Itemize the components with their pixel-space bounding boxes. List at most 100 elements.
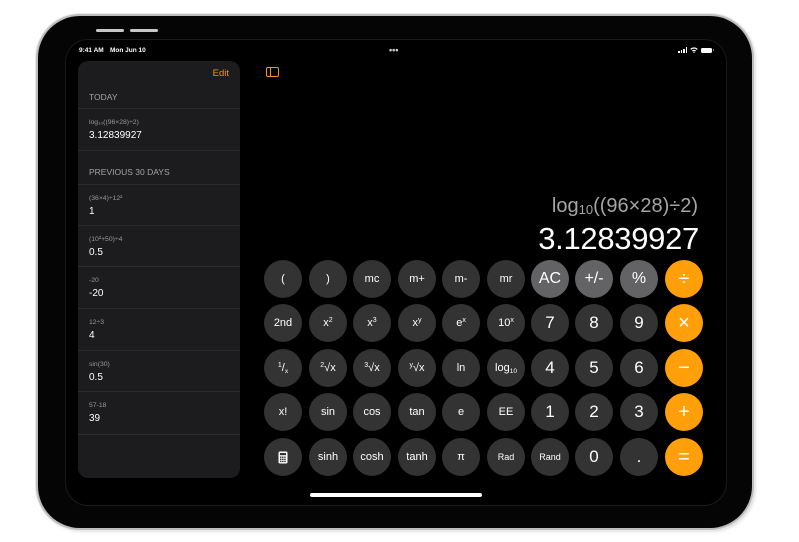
- history-item[interactable]: sin(30) 0.5: [78, 350, 240, 392]
- add-key[interactable]: +: [665, 393, 703, 431]
- reciprocal-key[interactable]: 1/x: [264, 349, 302, 387]
- volume-button: [96, 29, 124, 32]
- volume-button: [130, 29, 158, 32]
- power-key[interactable]: xy: [398, 304, 436, 342]
- factorial-key[interactable]: x!: [264, 393, 302, 431]
- home-indicator[interactable]: [310, 493, 482, 497]
- cosh-key[interactable]: cosh: [353, 438, 391, 476]
- plus-minus-key[interactable]: +/-: [575, 260, 613, 298]
- history-expression: (10²+50)÷4: [89, 236, 123, 243]
- digit-7-key[interactable]: 7: [531, 304, 569, 342]
- section-today: TODAY: [89, 92, 118, 102]
- battery-icon: [701, 47, 714, 53]
- digit-8-key[interactable]: 8: [575, 304, 613, 342]
- history-expression: sin(30): [89, 361, 110, 368]
- digit-2-key[interactable]: 2: [575, 393, 613, 431]
- calculator-icon: [278, 451, 288, 463]
- ee-key[interactable]: EE: [487, 393, 525, 431]
- ten-power-key[interactable]: 10x: [487, 304, 525, 342]
- memory-subtract-key[interactable]: m-: [442, 260, 480, 298]
- tan-key[interactable]: tan: [398, 393, 436, 431]
- wifi-icon: [690, 47, 698, 53]
- calculator-mode-button[interactable]: [264, 438, 302, 476]
- divide-key[interactable]: ÷: [665, 260, 703, 298]
- key-label: 10x: [498, 317, 514, 329]
- status-icons: [678, 47, 714, 53]
- history-expression: (36×4)÷12²: [89, 195, 123, 202]
- second-key[interactable]: 2nd: [264, 304, 302, 342]
- history-item[interactable]: -20 -20: [78, 266, 240, 309]
- divider: [78, 150, 240, 151]
- digit-9-key[interactable]: 9: [620, 304, 658, 342]
- history-expression: 12÷3: [89, 319, 105, 326]
- key-label: xy: [412, 317, 422, 329]
- history-expression: -20: [89, 277, 99, 284]
- sidebar-toggle-icon[interactable]: [266, 67, 279, 77]
- expression-display: log10((96×28)÷2): [552, 195, 698, 218]
- history-result: 4: [89, 330, 95, 341]
- history-result: -20: [89, 288, 104, 299]
- sinh-key[interactable]: sinh: [309, 438, 347, 476]
- history-item[interactable]: 12÷3 4: [78, 308, 240, 351]
- history-result: 3.12839927: [89, 130, 142, 141]
- history-expression: 57-18: [89, 402, 107, 409]
- history-item[interactable]: log₁₀((96×28)÷2) 3.12839927: [78, 108, 240, 151]
- history-item[interactable]: (10²+50)÷4 0.5: [78, 225, 240, 267]
- digit-3-key[interactable]: 3: [620, 393, 658, 431]
- history-item[interactable]: (36×4)÷12² 1: [78, 184, 240, 226]
- digit-0-key[interactable]: 0: [575, 438, 613, 476]
- all-clear-key[interactable]: AC: [531, 260, 569, 298]
- sin-key[interactable]: sin: [309, 393, 347, 431]
- history-sidebar: Edit TODAY log₁₀((96×28)÷2) 3.12839927 P…: [78, 61, 240, 478]
- log10-key[interactable]: log10: [487, 349, 525, 387]
- cube-key[interactable]: x3: [353, 304, 391, 342]
- history-expression: log₁₀((96×28)÷2): [89, 119, 139, 126]
- key-label: y√x: [409, 362, 425, 374]
- ln-key[interactable]: ln: [442, 349, 480, 387]
- cellular-signal-icon: [678, 47, 687, 53]
- key-label: x3: [367, 317, 377, 329]
- key-label: 3√x: [364, 362, 380, 374]
- tanh-key[interactable]: tanh: [398, 438, 436, 476]
- edit-button[interactable]: Edit: [213, 68, 229, 79]
- decimal-key[interactable]: .: [620, 438, 658, 476]
- open-paren-key[interactable]: (: [264, 260, 302, 298]
- memory-add-key[interactable]: m+: [398, 260, 436, 298]
- status-date: Mon Jun 10: [110, 47, 146, 54]
- section-previous-30-days: PREVIOUS 30 DAYS: [89, 167, 170, 177]
- expression-base: 10: [578, 202, 594, 217]
- rad-key[interactable]: Rad: [487, 438, 525, 476]
- nth-root-key[interactable]: y√x: [398, 349, 436, 387]
- square-key[interactable]: x2: [309, 304, 347, 342]
- equals-key[interactable]: =: [665, 438, 703, 476]
- key-label: ex: [456, 317, 466, 329]
- pi-key[interactable]: π: [442, 438, 480, 476]
- subtract-key[interactable]: −: [665, 349, 703, 387]
- euler-key[interactable]: e: [442, 393, 480, 431]
- rand-key[interactable]: Rand: [531, 438, 569, 476]
- key-label: 2√x: [320, 362, 336, 374]
- digit-5-key[interactable]: 5: [575, 349, 613, 387]
- history-result: 0.5: [89, 247, 103, 258]
- digit-6-key[interactable]: 6: [620, 349, 658, 387]
- history-result: 39: [89, 413, 101, 424]
- memory-recall-key[interactable]: mr: [487, 260, 525, 298]
- status-time: 9:41 AM: [79, 47, 104, 54]
- history-result: 1: [89, 206, 95, 217]
- key-label: 1/x: [277, 361, 289, 375]
- square-root-key[interactable]: 2√x: [309, 349, 347, 387]
- digit-1-key[interactable]: 1: [531, 393, 569, 431]
- multiply-key[interactable]: ×: [665, 304, 703, 342]
- cos-key[interactable]: cos: [353, 393, 391, 431]
- exp-key[interactable]: ex: [442, 304, 480, 342]
- multitasking-dots[interactable]: •••: [389, 45, 398, 55]
- calculator-screen: 9:41 AM Mon Jun 10 ••• Edit TODAY log₁₀(…: [66, 40, 726, 505]
- expression-body: ((96×28)÷2): [593, 195, 698, 217]
- close-paren-key[interactable]: ): [309, 260, 347, 298]
- memory-clear-key[interactable]: mc: [353, 260, 391, 298]
- digit-4-key[interactable]: 4: [531, 349, 569, 387]
- history-item[interactable]: 57-18 39: [78, 391, 240, 435]
- percent-key[interactable]: %: [620, 260, 658, 298]
- key-label: log10: [495, 361, 517, 375]
- cube-root-key[interactable]: 3√x: [353, 349, 391, 387]
